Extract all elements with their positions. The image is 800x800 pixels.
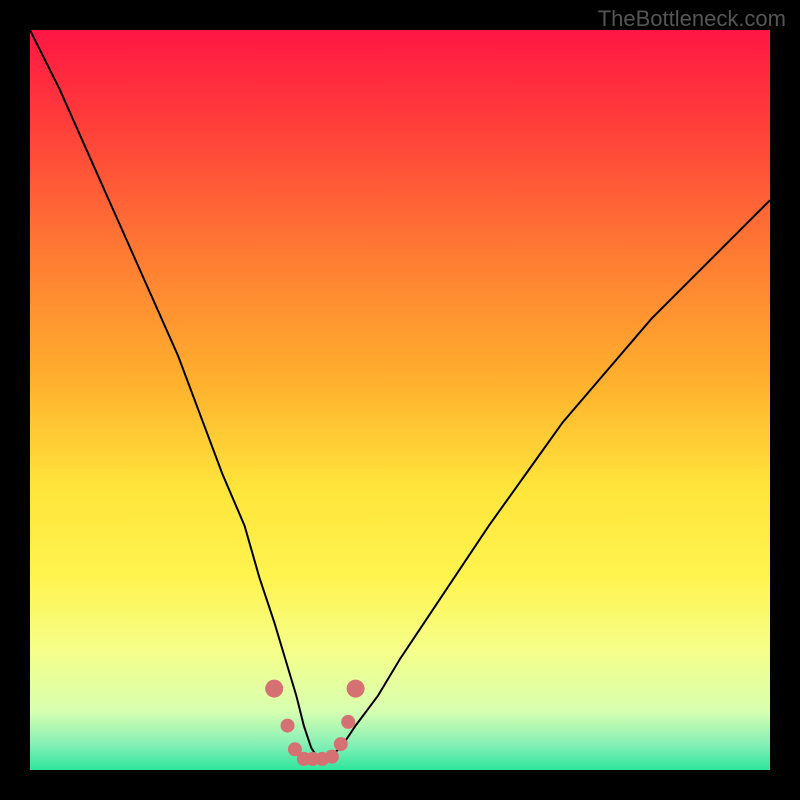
- marker-point: [265, 680, 283, 698]
- marker-point: [341, 715, 355, 729]
- marker-point: [325, 750, 339, 764]
- watermark-text: TheBottleneck.com: [598, 6, 786, 32]
- marker-point: [347, 680, 365, 698]
- chart-container: TheBottleneck.com: [0, 0, 800, 800]
- bottleneck-chart: [0, 0, 800, 800]
- marker-point: [281, 719, 295, 733]
- marker-point: [334, 737, 348, 751]
